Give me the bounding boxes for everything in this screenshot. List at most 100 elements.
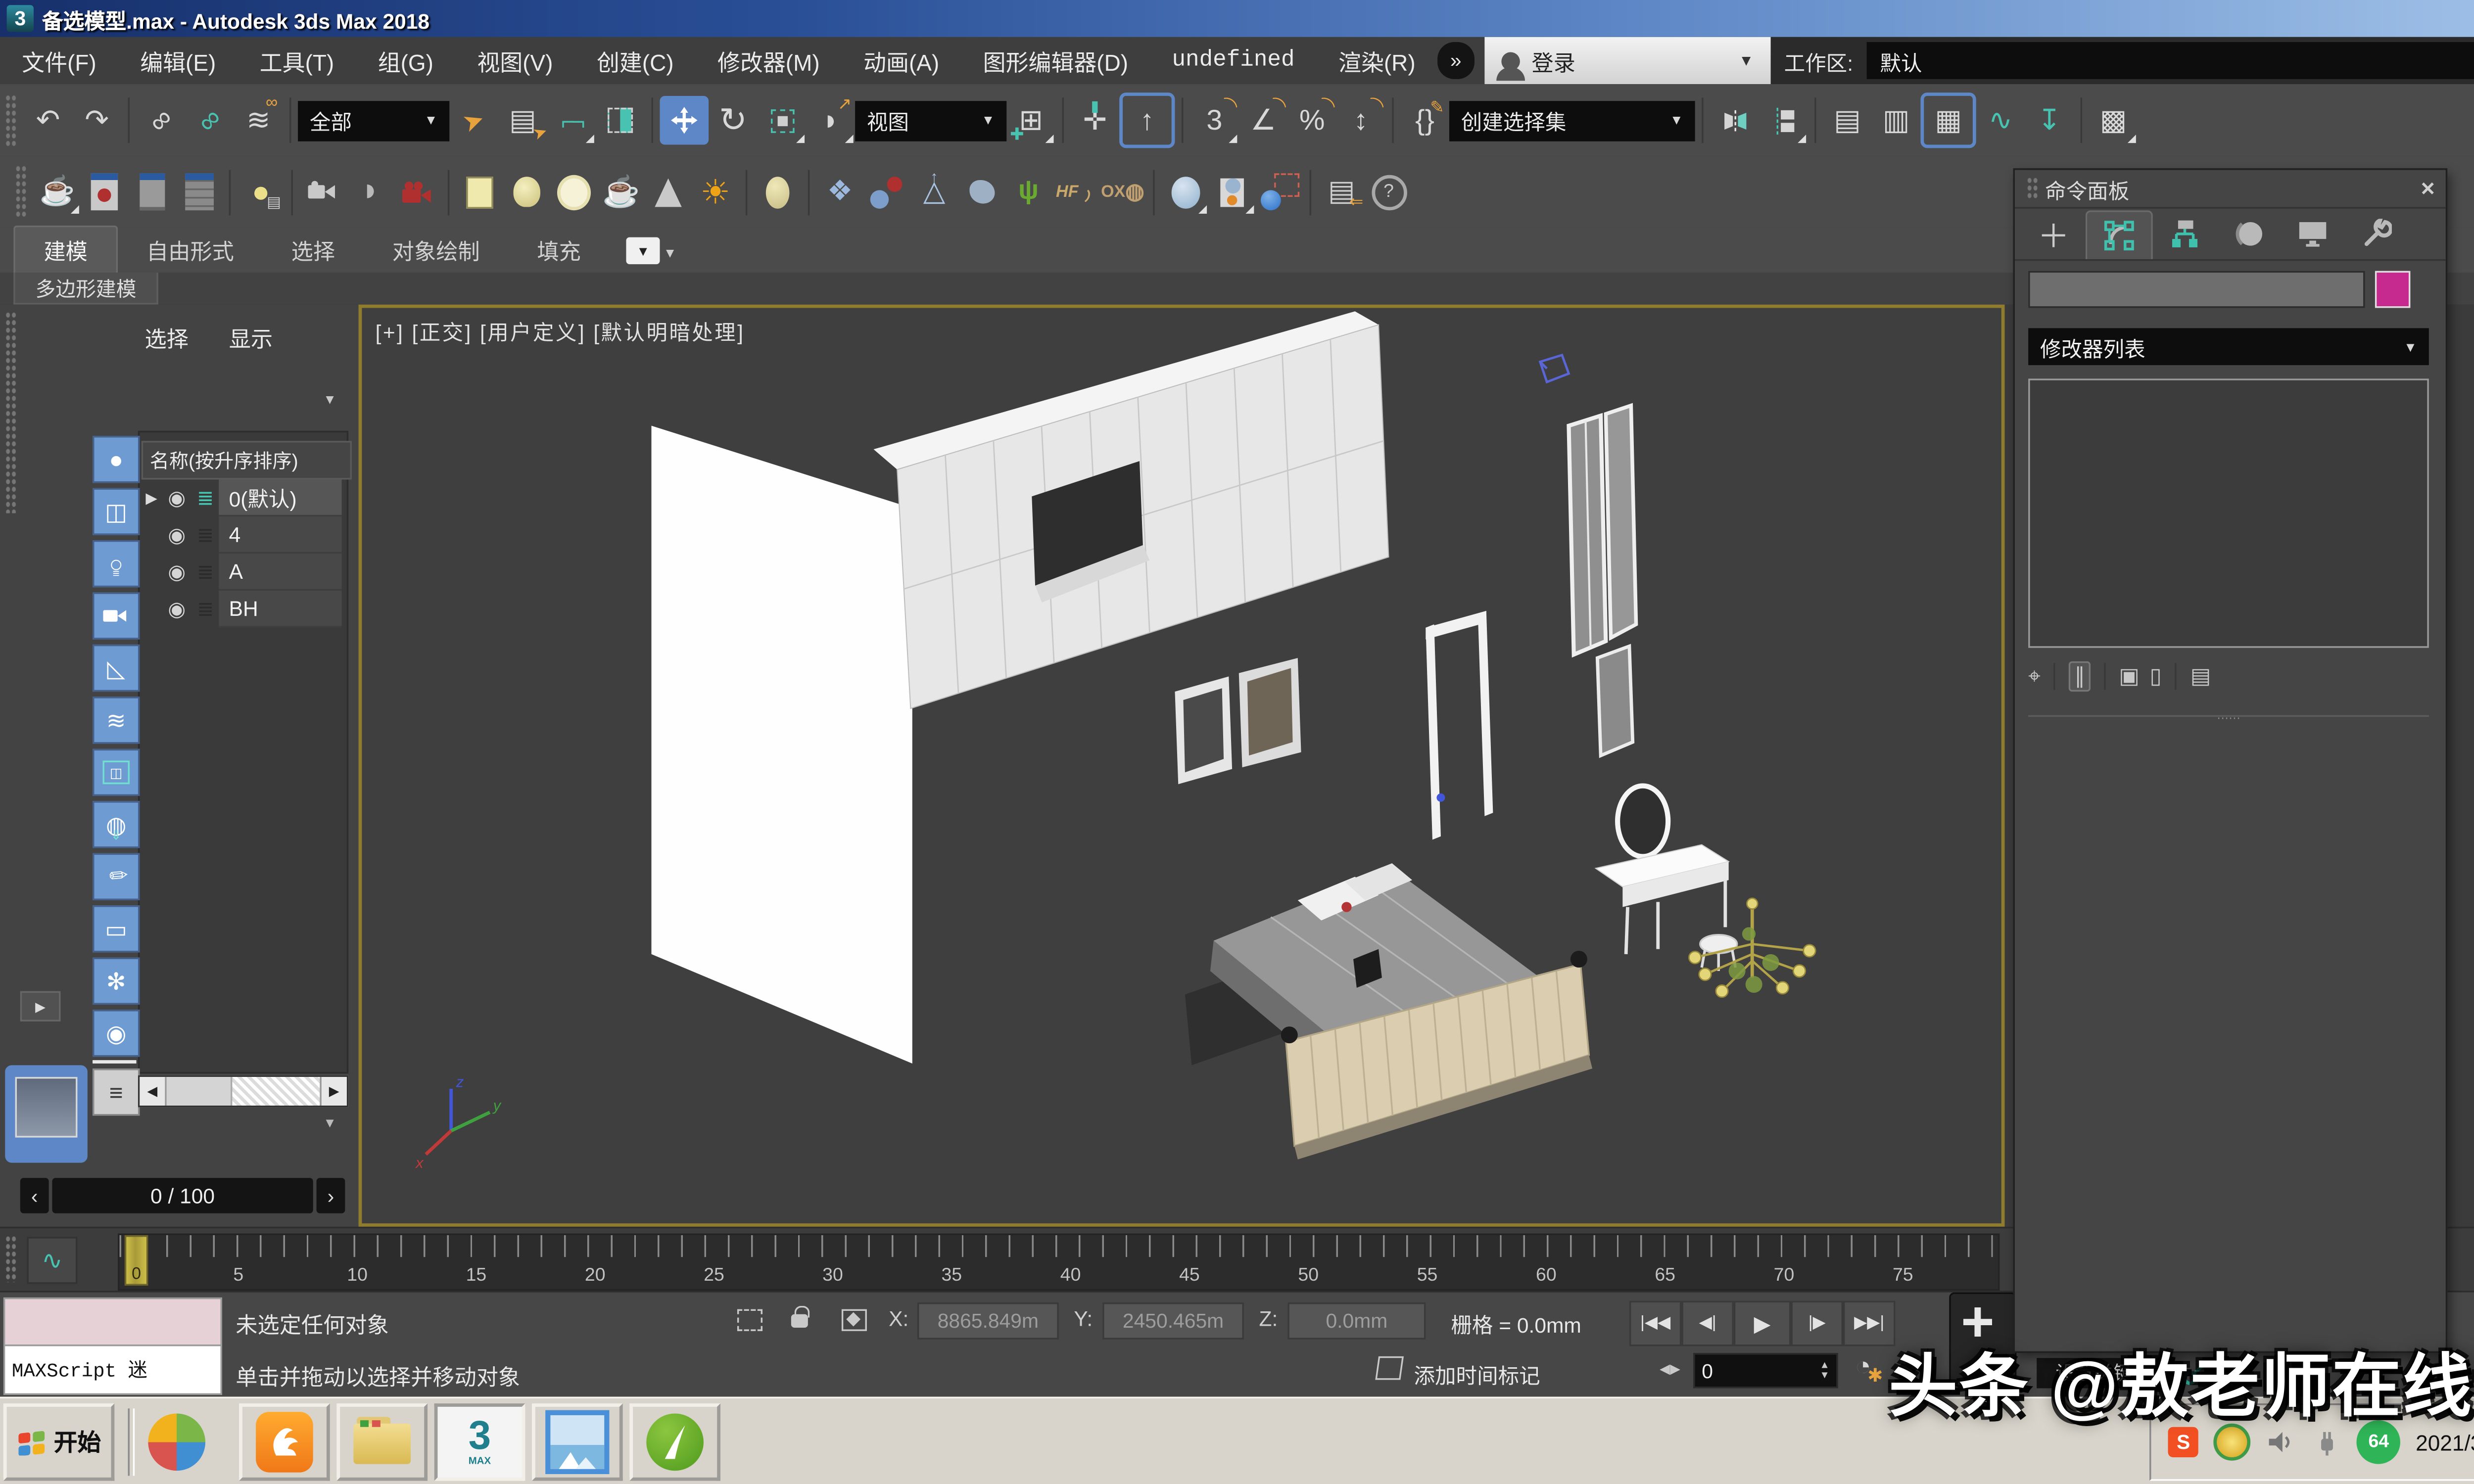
frame-counter[interactable]: 0 / 100 xyxy=(52,1178,313,1213)
time-configuration-icon[interactable]: ◔✱ xyxy=(1855,1353,1871,1383)
metaball-button[interactable] xyxy=(863,168,910,215)
bed[interactable] xyxy=(1210,863,1592,1159)
select-and-move-button[interactable] xyxy=(660,96,709,145)
track-bar-ruler[interactable]: 0 5 10 15 20 25 30 35 40 45 50 55 60 65 … xyxy=(118,1234,1999,1291)
scene-converter-button[interactable]: ▤⇐ xyxy=(1318,168,1365,215)
explorer-row-4[interactable]: ◉ ≣ 4 xyxy=(142,516,342,554)
modifier-list-dropdown[interactable]: 修改器列表 ▼ xyxy=(2028,328,2429,365)
scroll-track[interactable] xyxy=(232,1077,320,1106)
selection-filter-dropdown[interactable]: 全部 ▼ xyxy=(298,100,449,140)
go-to-end-button[interactable]: ▶▶| xyxy=(1843,1301,1895,1346)
window-frames[interactable] xyxy=(1569,406,1636,756)
sun-light-button[interactable]: ☀ xyxy=(692,168,739,215)
explorer-menu-select[interactable]: 选择 xyxy=(145,322,189,354)
tray-power-plug-icon[interactable] xyxy=(2311,1427,2341,1457)
picture-frames[interactable] xyxy=(1175,658,1301,784)
coreldraw-button[interactable] xyxy=(629,1403,720,1481)
explorer-row-BH[interactable]: ◉ ≣ BH xyxy=(142,591,342,628)
hair-fur-button[interactable]: HF﹚ xyxy=(1052,168,1099,215)
configure-modifier-sets-icon[interactable]: ▤ xyxy=(2190,663,2211,690)
select-and-rotate-button[interactable]: ↻ xyxy=(709,96,758,145)
tab-modify[interactable] xyxy=(2086,210,2153,259)
tray-date[interactable]: 2021/3/28 xyxy=(2416,1430,2474,1455)
chevron-down-icon[interactable]: ▼ xyxy=(664,246,677,261)
expand-icon[interactable]: ▶ xyxy=(142,480,162,517)
listener-script-line[interactable]: MAXScript 迷 xyxy=(5,1346,220,1393)
ribbon-tab-freeform[interactable]: 自由形式 xyxy=(118,227,263,273)
filter-helpers-icon[interactable]: ◺ xyxy=(93,645,140,692)
x-coordinate-field[interactable]: 8865.849m xyxy=(917,1302,1059,1340)
material-editor-button[interactable]: ▩ xyxy=(2089,96,2138,145)
object-color-swatch[interactable] xyxy=(2375,271,2410,308)
menu-edit[interactable]: 编辑(E) xyxy=(118,44,238,77)
snaps-toggle[interactable]: 3 xyxy=(1190,96,1239,145)
toggle-ribbon-button[interactable]: ▥ xyxy=(1872,96,1921,145)
redo-button[interactable]: ↷ xyxy=(72,96,121,145)
visibility-eye-icon[interactable]: ◉ xyxy=(162,480,192,517)
massfx-sphere-button[interactable] xyxy=(1161,168,1208,215)
remove-modifier-icon[interactable]: ▯ xyxy=(2150,663,2162,690)
filter-xrefs-icon[interactable]: ◫ xyxy=(93,749,140,796)
sphere-light-button[interactable] xyxy=(503,168,550,215)
mini-curve-editor-button[interactable]: ∿ xyxy=(27,1237,77,1284)
derrick-system-button[interactable]: △↑ xyxy=(910,168,957,215)
menu-modifiers[interactable]: 修改器(M) xyxy=(696,44,842,77)
visibility-eye-icon[interactable]: ◉ xyxy=(162,516,192,554)
oval-light-button[interactable] xyxy=(754,168,801,215)
show-end-result-icon[interactable]: ∥ xyxy=(2069,661,2091,692)
menu-animation[interactable]: 动画(A) xyxy=(842,44,961,77)
curve-editor-button[interactable]: ∿ xyxy=(1976,96,2025,145)
visibility-eye-icon[interactable]: ◉ xyxy=(162,591,192,628)
tab-hierarchy[interactable] xyxy=(2153,210,2217,257)
paint-fill-button[interactable] xyxy=(1256,168,1303,215)
y-coordinate-field[interactable]: 2450.465m xyxy=(1102,1302,1244,1340)
explorer-name-column-header[interactable]: 名称(按升序排序) xyxy=(142,441,352,479)
toolbar-grip[interactable] xyxy=(15,165,27,219)
grass-button[interactable]: ψ xyxy=(1005,168,1052,215)
previous-frame-button[interactable]: ◀| xyxy=(1681,1301,1733,1346)
particle-array-button[interactable]: ❖ xyxy=(816,168,863,215)
angle-snap-toggle[interactable]: ∠ xyxy=(1239,96,1288,145)
menu-tools[interactable]: 工具(T) xyxy=(238,44,356,77)
filter-containers-icon[interactable]: ◍⇓ xyxy=(93,801,140,848)
disc-light-button[interactable] xyxy=(550,168,597,215)
explorer-h-scrollbar[interactable]: ◀ ▶ xyxy=(138,1075,348,1108)
menu-file[interactable]: 文件(F) xyxy=(0,44,118,77)
tab-utilities[interactable] xyxy=(2345,210,2409,257)
menu-views[interactable]: 视图(V) xyxy=(455,44,575,77)
start-button[interactable]: 开始 xyxy=(3,1403,115,1481)
next-frame-icon[interactable]: › xyxy=(317,1178,345,1213)
z-coordinate-field[interactable]: 0.0mm xyxy=(1287,1302,1426,1340)
rock-button[interactable] xyxy=(958,168,1005,215)
filter-geometry-icon[interactable]: ● xyxy=(93,436,140,483)
absolute-offset-toggle-icon[interactable] xyxy=(842,1309,867,1340)
close-icon[interactable]: ✕ xyxy=(2420,178,2435,199)
spinner-arrows-icon[interactable]: ▲▼ xyxy=(1820,1360,1830,1381)
percent-snap-toggle[interactable]: % xyxy=(1287,96,1336,145)
tab-create[interactable]: ＋ xyxy=(2022,210,2086,257)
edit-named-selection-sets-button[interactable]: {}✎ xyxy=(1400,96,1449,145)
toolbar-grip[interactable] xyxy=(5,93,17,147)
scroll-left-icon[interactable]: ◀ xyxy=(140,1077,166,1106)
scroll-right-icon[interactable]: ▶ xyxy=(320,1077,346,1106)
filter-spacewarps-icon[interactable]: ≋ xyxy=(93,696,140,743)
place-highlight-button[interactable]: ●▤ xyxy=(238,168,285,215)
rect-light-button[interactable] xyxy=(456,168,503,215)
add-time-tag[interactable]: 添加时间标记 xyxy=(1414,1358,1540,1390)
menu-create[interactable]: 创建(C) xyxy=(575,44,696,77)
sign-in-control[interactable]: 登录 ▼ xyxy=(1484,37,1770,84)
filter-visibility-icon[interactable]: ◉ xyxy=(93,1010,140,1057)
tray-s-icon[interactable]: S xyxy=(2168,1427,2198,1457)
filter-bones-icon[interactable]: ✐ xyxy=(93,853,140,900)
filter-particles-icon[interactable]: ✻ xyxy=(93,958,140,1005)
door-frame[interactable] xyxy=(1426,611,1493,840)
visibility-eye-icon[interactable]: ◉ xyxy=(162,554,192,591)
explorer-row-layer0[interactable]: ▶ ◉ ≣ 0(默认) xyxy=(142,480,342,517)
light-lister-button[interactable] xyxy=(175,168,222,215)
camera-sequencer-button[interactable]: ◗ xyxy=(347,168,394,215)
gold-teapot-light-button[interactable]: ☕ xyxy=(598,168,645,215)
tray-volume-icon[interactable] xyxy=(2266,1427,2296,1457)
toggle-scene-explorer-button[interactable]: ▦ xyxy=(1920,93,1976,148)
next-frame-button[interactable]: |▶ xyxy=(1791,1301,1843,1346)
ribbon-tab-modeling[interactable]: 建模 xyxy=(13,226,118,273)
